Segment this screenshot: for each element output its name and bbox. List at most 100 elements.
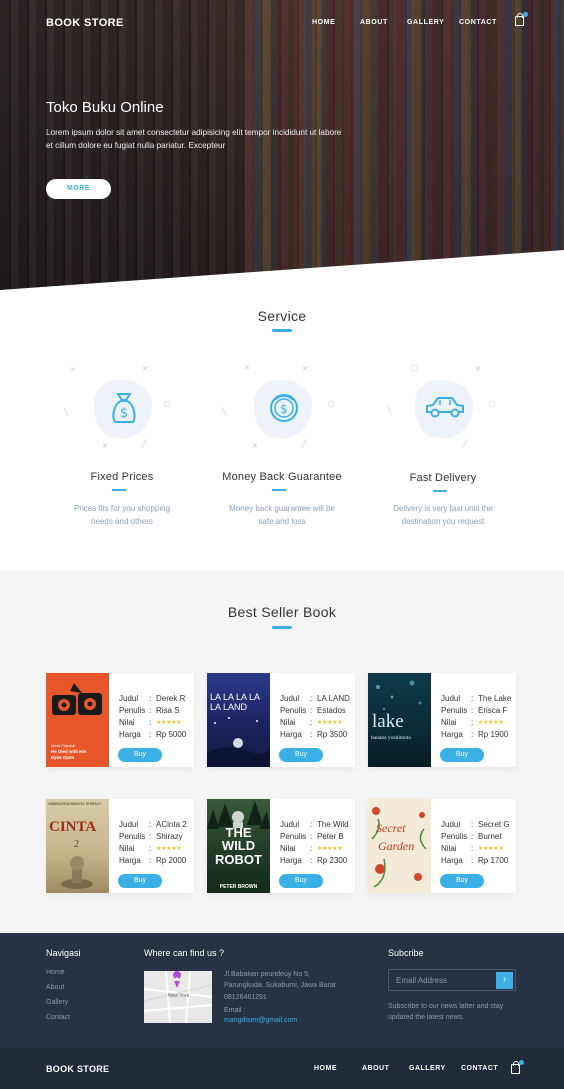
book-title: ACinta 2 bbox=[156, 820, 187, 829]
book-author: Erisca F bbox=[478, 706, 508, 715]
sparkle-icon: ▢ bbox=[328, 401, 335, 408]
sparkle-icon: ╱ bbox=[142, 441, 147, 448]
subscribe-arrow-icon[interactable]: › bbox=[496, 972, 513, 989]
label-penulis: Penulis bbox=[441, 832, 468, 841]
footer-brand[interactable]: BOOK STORE bbox=[46, 1064, 109, 1074]
sparkle-icon: ▢ bbox=[489, 401, 496, 408]
book-cover[interactable]: LA LA LA LA LA LAND bbox=[207, 673, 270, 767]
nav-gallery[interactable]: GALLERY bbox=[407, 19, 444, 26]
cover-title: LA LA LA LA bbox=[210, 692, 261, 702]
svg-text:$: $ bbox=[120, 406, 128, 421]
buy-button[interactable]: Buy bbox=[279, 748, 323, 762]
book-card[interactable]: lake banana yoshimoto Judul: The Lake Pen… bbox=[368, 673, 516, 767]
shopping-bag-icon[interactable] bbox=[515, 12, 528, 26]
subscribe-text: Subscribe to our news latter and stay up… bbox=[388, 1003, 504, 1021]
label-penulis: Penulis bbox=[441, 706, 468, 715]
svg-text:$: $ bbox=[280, 402, 288, 416]
label-nilai: Nilai bbox=[441, 844, 457, 853]
footer-shopping-bag-icon[interactable] bbox=[511, 1060, 524, 1074]
buy-button[interactable]: Buy bbox=[118, 748, 162, 762]
separator: : bbox=[471, 694, 474, 703]
footer-link-gallery[interactable]: Gallery bbox=[46, 995, 68, 1010]
sparkle-icon: ✕ bbox=[142, 366, 148, 373]
book-title: Secret G bbox=[478, 820, 510, 829]
car-icon bbox=[426, 397, 464, 418]
star-rating-icon: ★★★★★ bbox=[317, 846, 343, 852]
hero-title: Toko Buku Online bbox=[46, 99, 164, 116]
service-underline bbox=[433, 490, 447, 492]
book-title: Derek R bbox=[156, 694, 186, 703]
separator: : bbox=[471, 856, 474, 865]
footer-nav-home[interactable]: HOME bbox=[314, 1065, 337, 1072]
service-title: Service bbox=[257, 308, 307, 324]
more-button[interactable]: MORE bbox=[46, 179, 111, 199]
book-cover[interactable]: lake banana yoshimoto bbox=[368, 673, 431, 767]
book-author: Peter B bbox=[317, 832, 344, 841]
label-harga: Harga bbox=[441, 856, 463, 865]
service-underline bbox=[272, 329, 292, 332]
separator: : bbox=[310, 832, 313, 841]
book-cover[interactable]: Derek Rojewski He Died with His Eyes Ope… bbox=[46, 673, 109, 767]
book-cover[interactable]: THE WILD ROBOT PETER BROWN bbox=[207, 799, 270, 893]
book-card[interactable]: HABIBURRAHMAN EL SHIRAZY CINTA 2 Judul: A… bbox=[46, 799, 194, 893]
cover-title: He Died with His bbox=[51, 749, 87, 754]
separator: : bbox=[310, 730, 313, 739]
cover-title: LA LAND bbox=[210, 702, 248, 712]
label-judul: Judul bbox=[280, 820, 300, 829]
separator: : bbox=[149, 706, 152, 715]
nav-about[interactable]: ABOUT bbox=[360, 19, 388, 26]
cover-title: lake bbox=[372, 711, 404, 732]
footer-email-link[interactable]: mangdisen@gmail.com bbox=[224, 1015, 297, 1026]
book-author: Shirazy bbox=[156, 832, 183, 841]
bestseller-title: Best Seller Book bbox=[227, 604, 337, 620]
sparkle-icon: ▢ bbox=[164, 401, 171, 408]
book-info: Judul: ACinta 2 Penulis: Shirazy Nilai: ★★★… bbox=[119, 819, 187, 867]
sparkle-icon: ✕ bbox=[102, 443, 108, 450]
sparkle-icon: ✕ bbox=[475, 366, 481, 373]
footer-address: Jl.Babakan peundeuy No 5, Parungkuda, Su… bbox=[224, 971, 336, 989]
label-nilai: Nilai bbox=[280, 844, 296, 853]
sparkle-icon: ✕ bbox=[244, 365, 250, 372]
sparkle-icon: ╲ bbox=[64, 409, 69, 416]
book-info: Judul: The Wild Penulis: Peter B Nilai: ★★★… bbox=[280, 819, 349, 867]
service-heading: Fast Delivery bbox=[409, 472, 477, 484]
footer-nav-contact[interactable]: CONTACT bbox=[461, 1065, 498, 1072]
buy-button[interactable]: Buy bbox=[118, 874, 162, 888]
brand-logo[interactable]: BOOK STORE bbox=[46, 17, 124, 29]
label-harga: Harga bbox=[119, 856, 141, 865]
buy-button[interactable]: Buy bbox=[440, 748, 484, 762]
label-judul: Judul bbox=[119, 694, 139, 703]
book-card[interactable]: THE WILD ROBOT PETER BROWN Judul: The Wil… bbox=[207, 799, 355, 893]
book-cover[interactable]: HABIBURRAHMAN EL SHIRAZY CINTA 2 bbox=[46, 799, 109, 893]
label-judul: Judul bbox=[119, 820, 139, 829]
footer-link-home[interactable]: Home bbox=[46, 965, 65, 980]
book-card[interactable]: LA LA LA LA LA LAND Judul: LA LAND Penuli… bbox=[207, 673, 355, 767]
footer-nav-title: Navigasi bbox=[46, 948, 81, 958]
book-card[interactable]: Secret Garden Judul: Secret G Penulis: Bur… bbox=[368, 799, 516, 893]
sparkle-icon: ╱ bbox=[463, 441, 468, 448]
book-card[interactable]: Derek Rojewski He Died with His Eyes Ope… bbox=[46, 673, 194, 767]
separator: : bbox=[149, 832, 152, 841]
nav-home[interactable]: HOME bbox=[312, 19, 335, 26]
label-penulis: Penulis bbox=[119, 706, 146, 715]
label-nilai: Nilai bbox=[119, 844, 135, 853]
book-cover[interactable]: Secret Garden bbox=[368, 799, 431, 893]
book-info: Judul: LA LAND Penulis: Estados Nilai: ★★★★… bbox=[280, 693, 350, 741]
cover-title: ROBOT bbox=[215, 852, 262, 867]
star-rating-icon: ★★★★★ bbox=[478, 720, 504, 726]
footer-nav-gallery[interactable]: GALLERY bbox=[409, 1065, 446, 1072]
location-map[interactable]: New York bbox=[144, 971, 212, 1023]
book-title: LA LAND bbox=[317, 694, 350, 703]
label-nilai: Nilai bbox=[280, 718, 296, 727]
buy-button[interactable]: Buy bbox=[279, 874, 323, 888]
separator: : bbox=[149, 856, 152, 865]
footer-link-contact[interactable]: Contact bbox=[46, 1010, 70, 1025]
subscribe-email-input[interactable]: Email Address › bbox=[388, 969, 516, 991]
nav-contact[interactable]: CONTACT bbox=[459, 19, 497, 26]
footer-nav-about[interactable]: ABOUT bbox=[362, 1065, 389, 1072]
book-author: Estados bbox=[317, 706, 346, 715]
buy-button[interactable]: Buy bbox=[440, 874, 484, 888]
label-nilai: Nilai bbox=[119, 718, 135, 727]
footer-link-about[interactable]: About bbox=[46, 980, 64, 995]
separator: : bbox=[310, 718, 313, 727]
